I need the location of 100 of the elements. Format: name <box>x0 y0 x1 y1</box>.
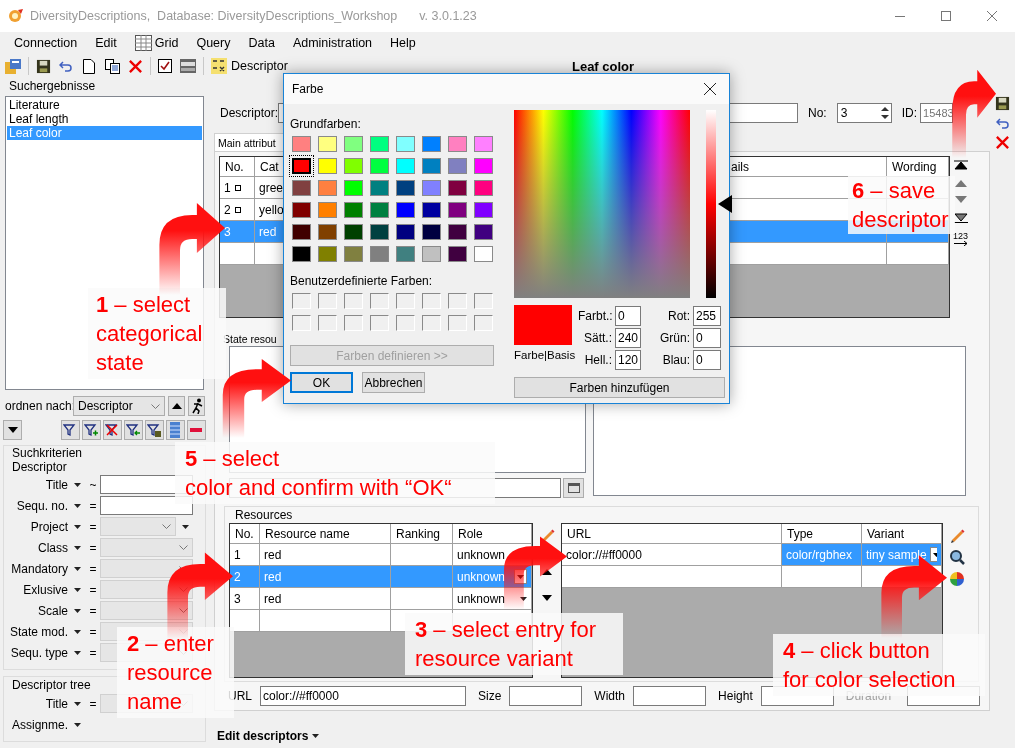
empty-swatch[interactable] <box>448 315 467 331</box>
empty-swatch[interactable] <box>318 315 337 331</box>
color-swatch[interactable] <box>344 180 363 196</box>
dropdown-button[interactable] <box>3 420 22 440</box>
menu-item[interactable]: Query <box>196 33 231 53</box>
sort-select[interactable]: Descriptor <box>73 396 165 416</box>
color-spectrum[interactable] <box>514 110 690 298</box>
color-wheel-icon[interactable] <box>949 571 965 587</box>
caret-icon[interactable] <box>73 566 81 571</box>
menu-item[interactable]: Administration <box>292 33 373 53</box>
color-swatch[interactable] <box>370 180 389 196</box>
delete-icon[interactable] <box>995 135 1010 150</box>
color-swatch[interactable] <box>292 202 311 218</box>
color-swatch[interactable] <box>396 224 415 240</box>
color-swatch[interactable] <box>422 180 441 196</box>
caret-icon[interactable] <box>73 701 81 706</box>
menu-item[interactable]: Help <box>390 33 416 53</box>
empty-swatch[interactable] <box>370 293 389 309</box>
number-field[interactable]: 120 <box>615 350 641 370</box>
color-swatch[interactable] <box>448 180 467 196</box>
number-field[interactable]: 0 <box>615 306 641 326</box>
cancel-button[interactable]: Abbrechen <box>362 372 425 393</box>
empty-swatch[interactable] <box>422 293 441 309</box>
color-swatch[interactable] <box>448 224 467 240</box>
color-swatch[interactable] <box>396 202 415 218</box>
color-swatch[interactable] <box>292 224 311 240</box>
pencil-icon[interactable] <box>949 527 965 543</box>
color-swatch[interactable] <box>370 202 389 218</box>
table-cell[interactable] <box>391 544 453 566</box>
empty-swatch[interactable] <box>344 293 363 309</box>
table-cell[interactable] <box>220 243 255 265</box>
number-field[interactable]: 255 <box>693 306 721 326</box>
move-up-icon[interactable] <box>953 179 968 187</box>
color-swatch[interactable] <box>422 224 441 240</box>
caret-icon[interactable] <box>73 503 81 508</box>
caret-icon[interactable] <box>73 545 81 550</box>
move-first-icon[interactable] <box>953 160 968 170</box>
save-icon[interactable] <box>995 96 1010 111</box>
color-swatch[interactable] <box>370 158 389 174</box>
table-cell[interactable] <box>887 243 949 265</box>
sort-up-button[interactable] <box>168 396 185 416</box>
color-swatch[interactable] <box>318 202 337 218</box>
color-swatch[interactable] <box>474 136 493 152</box>
empty-swatch[interactable] <box>370 315 389 331</box>
empty-swatch[interactable] <box>292 293 311 309</box>
magnifier-icon[interactable] <box>949 549 965 565</box>
color-swatch[interactable] <box>396 246 415 262</box>
color-swatch[interactable] <box>370 246 389 262</box>
color-swatch[interactable] <box>474 158 493 174</box>
color-swatch[interactable] <box>474 180 493 196</box>
menu-item[interactable]: Edit <box>95 33 117 53</box>
color-swatch[interactable] <box>448 202 467 218</box>
caret-icon[interactable] <box>73 722 81 727</box>
table-cell[interactable] <box>391 566 453 588</box>
text-field[interactable] <box>633 686 707 706</box>
filter-save-button[interactable] <box>144 420 164 440</box>
color-swatch[interactable] <box>396 136 415 152</box>
table-cell[interactable]: red <box>260 544 391 566</box>
table-cell[interactable]: color://#ff0000 <box>562 544 782 566</box>
filter-import-button[interactable] <box>123 420 143 440</box>
text-field[interactable] <box>509 686 583 706</box>
color-swatch[interactable] <box>318 224 337 240</box>
caret-icon[interactable] <box>73 629 81 634</box>
empty-swatch[interactable] <box>474 293 493 309</box>
menu-item[interactable]: Connection <box>14 33 78 53</box>
table-cell[interactable] <box>391 588 453 610</box>
empty-swatch[interactable] <box>396 293 415 309</box>
color-swatch[interactable] <box>344 202 363 218</box>
caret-icon[interactable] <box>73 482 81 487</box>
color-swatch[interactable] <box>448 136 467 152</box>
color-swatch[interactable] <box>318 246 337 262</box>
color-swatch[interactable] <box>474 246 493 262</box>
move-down-icon[interactable] <box>953 196 968 204</box>
undo-icon[interactable] <box>995 117 1010 129</box>
color-swatch[interactable] <box>344 136 363 152</box>
table-cell[interactable] <box>230 610 260 632</box>
bottom-tab[interactable]: Edit descriptors <box>214 727 990 745</box>
color-swatch[interactable] <box>448 158 467 174</box>
caret-icon[interactable] <box>73 650 81 655</box>
list-item[interactable]: Leaf length <box>7 112 202 126</box>
table-cell[interactable]: 1 <box>230 544 260 566</box>
filter-add-button[interactable] <box>81 420 101 440</box>
table-cell[interactable]: red <box>260 588 391 610</box>
table-cell[interactable]: 3 <box>230 588 260 610</box>
run-button[interactable] <box>188 396 205 416</box>
table-cell[interactable] <box>782 566 862 588</box>
filter-remove-button[interactable] <box>102 420 122 440</box>
color-swatch[interactable] <box>422 136 441 152</box>
color-swatch[interactable] <box>344 246 363 262</box>
color-swatch[interactable] <box>370 224 389 240</box>
list-item[interactable]: Literature <box>7 98 202 112</box>
caret-icon[interactable] <box>73 524 81 529</box>
table-cell[interactable] <box>562 566 782 588</box>
color-swatch[interactable] <box>292 158 311 174</box>
empty-swatch[interactable] <box>396 315 415 331</box>
caret-icon[interactable] <box>73 587 81 592</box>
number-field[interactable]: 240 <box>615 328 641 348</box>
add-colors-button[interactable]: Farben hinzufügen <box>514 377 725 398</box>
color-swatch[interactable] <box>396 180 415 196</box>
table-cell[interactable] <box>260 610 391 632</box>
